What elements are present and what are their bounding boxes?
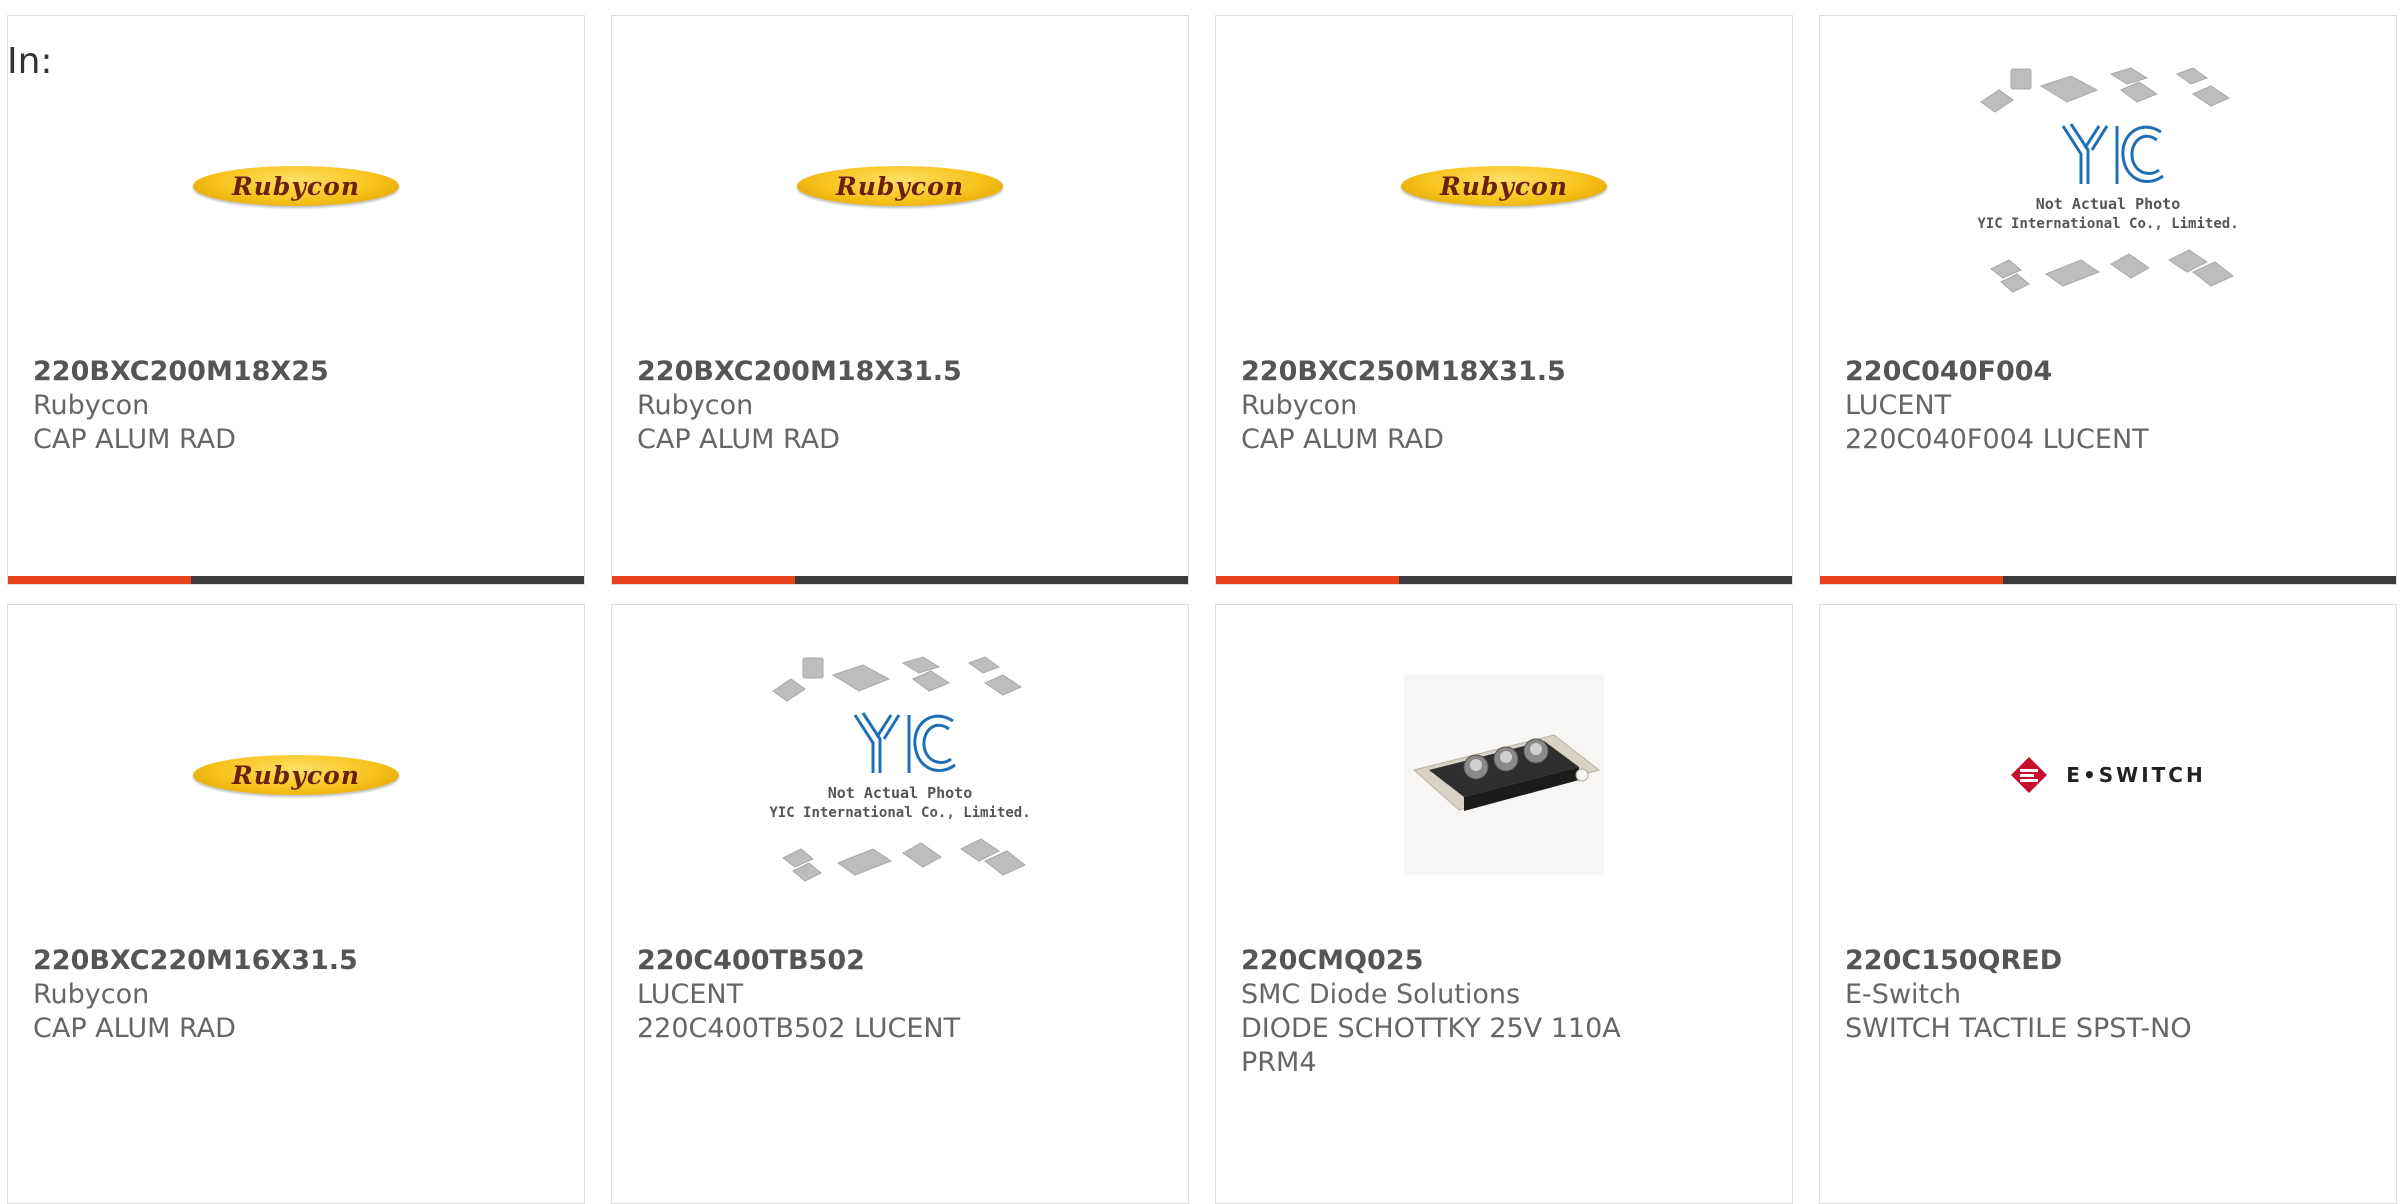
manufacturer: LUCENT xyxy=(637,979,744,1010)
description: 220C400TB502 LUCENT xyxy=(637,1013,961,1044)
description: CAP ALUM RAD xyxy=(1241,424,1444,455)
product-image[interactable] xyxy=(1216,605,1792,945)
product-image[interactable]: Rubycon xyxy=(1216,16,1792,356)
rubycon-logo: Rubycon xyxy=(193,755,399,795)
product-image[interactable]: Not Actual Photo YIC International Co., … xyxy=(612,605,1188,945)
rubycon-logo: Rubycon xyxy=(1401,166,1607,206)
description: CAP ALUM RAD xyxy=(33,1013,236,1044)
product-image[interactable]: Rubycon xyxy=(8,16,584,356)
manufacturer: Rubycon xyxy=(637,390,754,421)
filter-label: In: xyxy=(7,41,53,82)
eswitch-logo: E•SWITCH xyxy=(2010,756,2205,794)
card-accent-bar xyxy=(1216,576,1792,584)
svg-text:YIC International Co., Limited: YIC International Co., Limited. xyxy=(1977,216,2238,232)
manufacturer: SMC Diode Solutions xyxy=(1241,979,1521,1010)
diode-module-icon xyxy=(1404,675,1604,875)
description: 220C040F004 LUCENT xyxy=(1845,424,2149,455)
description: CAP ALUM RAD xyxy=(33,424,236,455)
product-card[interactable]: Rubycon 220BXC220M16X31.5 Rubycon CAP AL… xyxy=(7,604,585,1204)
product-card[interactable]: Not Actual Photo YIC International Co., … xyxy=(1819,15,2397,585)
product-image[interactable]: Rubycon xyxy=(612,16,1188,356)
product-image[interactable]: Rubycon xyxy=(8,605,584,945)
product-card[interactable]: Rubycon 220BXC250M18X31.5 Rubycon CAP AL… xyxy=(1215,15,1793,585)
svg-text:Not Actual Photo: Not Actual Photo xyxy=(2035,195,2180,213)
part-number[interactable]: 220CMQ025 xyxy=(1241,944,1767,978)
manufacturer: Rubycon xyxy=(33,979,150,1010)
part-number[interactable]: 220C150QRED xyxy=(1845,944,2371,978)
manufacturer: E-Switch xyxy=(1845,979,1962,1010)
card-accent-bar xyxy=(1820,576,2396,584)
part-number[interactable]: 220C040F004 xyxy=(1845,355,2371,389)
manufacturer: LUCENT xyxy=(1845,390,1952,421)
description: SWITCH TACTILE SPST-NO xyxy=(1845,1013,2192,1044)
part-number[interactable]: 220BXC250M18X31.5 xyxy=(1241,355,1767,389)
svg-text:Not Actual Photo: Not Actual Photo xyxy=(827,784,972,802)
eswitch-mark-icon xyxy=(2011,757,2048,793)
card-accent-bar xyxy=(612,576,1188,584)
manufacturer: Rubycon xyxy=(33,390,150,421)
yic-placeholder-icon: Not Actual Photo YIC International Co., … xyxy=(1977,66,2238,293)
product-card[interactable]: Rubycon 220BXC200M18X25 Rubycon CAP ALUM… xyxy=(7,15,585,585)
description: CAP ALUM RAD xyxy=(637,424,840,455)
part-number[interactable]: 220C400TB502 xyxy=(637,944,1163,978)
product-card[interactable]: Rubycon 220BXC200M18X31.5 Rubycon CAP AL… xyxy=(611,15,1189,585)
part-number[interactable]: 220BXC220M16X31.5 xyxy=(33,944,559,978)
product-image[interactable]: Not Actual Photo YIC International Co., … xyxy=(1820,16,2396,356)
product-image[interactable]: E•SWITCH xyxy=(1820,605,2396,945)
product-card[interactable]: 220CMQ025 SMC Diode Solutions DIODE SCHO… xyxy=(1215,604,1793,1204)
rubycon-logo: Rubycon xyxy=(193,166,399,206)
product-card[interactable]: E•SWITCH 220C150QRED E-Switch SWITCH TAC… xyxy=(1819,604,2397,1204)
yic-placeholder-icon: Not Actual Photo YIC International Co., … xyxy=(769,655,1030,882)
part-number[interactable]: 220BXC200M18X31.5 xyxy=(637,355,1163,389)
part-number[interactable]: 220BXC200M18X25 xyxy=(33,355,559,389)
description: DIODE SCHOTTKY 25V 110A PRM4 xyxy=(1241,1013,1621,1078)
svg-text:YIC International Co., Limited: YIC International Co., Limited. xyxy=(769,805,1030,821)
card-accent-bar xyxy=(8,576,584,584)
manufacturer: Rubycon xyxy=(1241,390,1358,421)
rubycon-logo: Rubycon xyxy=(797,166,1003,206)
product-card[interactable]: Not Actual Photo YIC International Co., … xyxy=(611,604,1189,1204)
